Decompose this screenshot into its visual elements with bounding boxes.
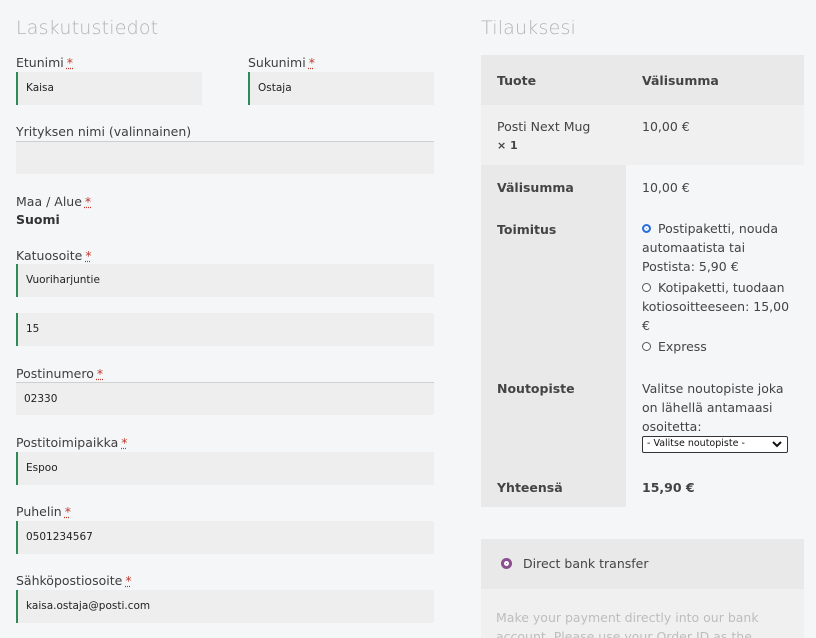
first-name-label: Etunimi * [16,55,74,70]
pickup-label: Noutopiste [497,381,575,396]
phone-label: Puhelin * [16,504,71,519]
last-name-field[interactable]: Ostaja [248,72,434,105]
product-qty: × 1 [497,139,518,152]
shipping-option-postipaketti[interactable]: Postipaketti, nouda automaatista tai Pos… [642,219,792,276]
col-product-header: Tuote [497,73,537,88]
phone-field[interactable]: 0501234567 [16,521,434,554]
email-label: Sähköpostiosoite * [16,573,132,588]
radio-selected-icon[interactable] [642,224,651,233]
email-field[interactable]: kaisa.ostaja@posti.com [16,590,434,623]
postcode-field[interactable]: 02330 [16,382,434,415]
product-name: Posti Next Mug [497,119,591,134]
subtotal-label: Välisumma [497,180,574,195]
shipping-option-express[interactable]: Express [642,337,792,356]
order-label-column [481,165,626,507]
pickup-text: Valitse noutopiste joka on lähellä antam… [642,381,784,434]
total-label: Yhteensä [497,480,563,495]
company-label: Yrityksen nimi (valinnainen) [16,124,192,139]
country-value[interactable]: Suomi [16,212,60,227]
payment-radio-icon[interactable] [501,558,512,569]
country-label: Maa / Alue * [16,194,92,209]
city-field[interactable]: Espoo [16,452,434,485]
street-line2-field[interactable]: 15 [16,313,434,346]
payment-description-box: Make your payment directly into our bank… [481,589,804,638]
product-price: 10,00 € [642,119,690,134]
total-value: 15,90 € [642,480,695,495]
subtotal-value: 10,00 € [642,180,690,195]
payment-method-direct-bank[interactable]: Direct bank transfer [501,556,648,571]
street-field[interactable]: Vuoriharjuntie [16,264,434,297]
street-label: Katuosoite * [16,248,92,263]
shipping-option-kotipaketti[interactable]: Kotipaketti, tuodaan kotiosoitteeseen: 1… [642,278,792,335]
postcode-label: Postinumero * [16,366,104,381]
shipping-label: Toimitus [497,222,557,237]
payment-description: Make your payment directly into our bank… [496,610,759,638]
billing-heading: Laskutustiedot [16,17,159,39]
city-label: Postitoimipaikka * [16,435,128,450]
radio-icon[interactable] [642,342,651,351]
last-name-label: Sukunimi * [248,55,315,70]
radio-icon[interactable] [642,283,651,292]
order-heading: Tilauksesi [481,17,577,39]
company-field[interactable] [16,141,434,174]
pickup-select[interactable]: - Valitse noutopiste - [642,436,788,453]
col-subtotal-header: Välisumma [642,73,719,88]
chevron-down-icon [772,441,782,448]
first-name-field[interactable]: Kaisa [16,72,202,105]
